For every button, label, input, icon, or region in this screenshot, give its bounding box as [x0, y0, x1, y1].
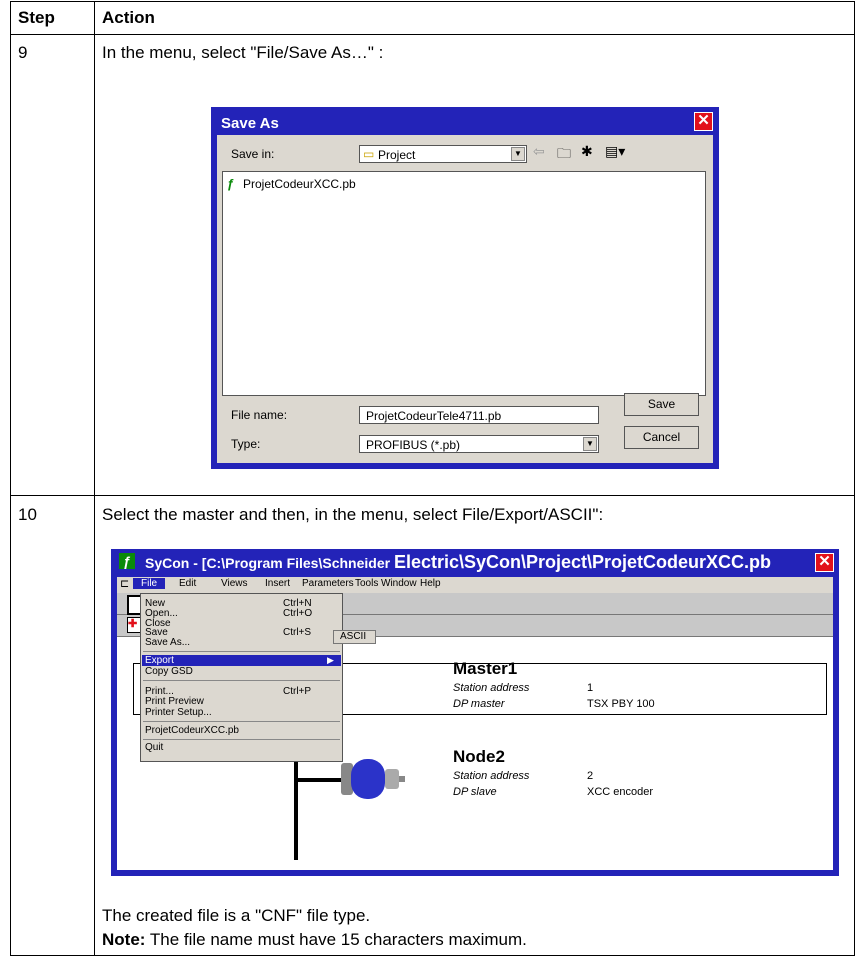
- step-9-number: 9: [18, 43, 28, 62]
- header-action: Action: [102, 8, 155, 27]
- window-title: SyCon - [C:\Program Files\Schneider Elec…: [145, 552, 771, 573]
- menu-edit[interactable]: Edit: [179, 578, 196, 589]
- file-list[interactable]: ƒ ProjetCodeurXCC.pb: [222, 171, 706, 396]
- menu-item-copy-gsd[interactable]: Copy GSD: [145, 666, 193, 677]
- file-menu: New Ctrl+N Open... Ctrl+O Close Save Ctr…: [140, 593, 343, 762]
- save-as-dialog: Save As ✕ Save in: ▭ Project ▼ ⇦ 🗀 ✱ ▤▾ …: [211, 107, 719, 469]
- header-divider: [10, 34, 855, 35]
- save-in-label: Save in:: [231, 147, 275, 161]
- menu-item-print-preview[interactable]: Print Preview: [145, 696, 204, 707]
- menu-file[interactable]: File: [133, 578, 166, 589]
- menu-separator: [143, 739, 340, 740]
- menu-help[interactable]: Help: [420, 578, 441, 589]
- node-name: Node2: [453, 747, 505, 766]
- dialog-title: Save As: [221, 115, 279, 132]
- file-item[interactable]: ProjetCodeurXCC.pb: [243, 177, 356, 191]
- cancel-button[interactable]: Cancel: [624, 426, 699, 449]
- type-dropdown[interactable]: PROFIBUS (*.pb) ▼: [359, 435, 599, 453]
- view-menu-icon[interactable]: ▤▾: [605, 143, 625, 160]
- step-9-instruction: In the menu, select "File/Save As…" :: [102, 43, 384, 62]
- delete-icon[interactable]: ✚: [127, 617, 141, 633]
- node-type-label: DP slave: [453, 786, 497, 798]
- note: Note: The file name must have 15 charact…: [102, 930, 527, 950]
- master-station-label: Station address: [453, 682, 530, 694]
- new-folder-icon[interactable]: ✱: [581, 143, 593, 160]
- menu-item-quit[interactable]: Quit: [145, 742, 163, 753]
- save-button[interactable]: Save: [624, 393, 699, 416]
- header-step: Step: [18, 8, 55, 27]
- app-icon: ƒ: [119, 553, 135, 569]
- file-name-input[interactable]: ProjetCodeurTele4711.pb: [359, 406, 599, 424]
- footer-text: The created file is a "CNF" file type.: [102, 906, 371, 925]
- type-value: PROFIBUS (*.pb): [366, 438, 461, 452]
- menu-item-export[interactable]: Export: [145, 655, 174, 666]
- bus-branch: [298, 778, 342, 782]
- master-station-value: 1: [587, 682, 594, 694]
- node-type-value: XCC encoder: [587, 786, 654, 798]
- menu-window[interactable]: Window: [381, 578, 417, 589]
- export-submenu-ascii[interactable]: ASCII: [333, 630, 376, 644]
- file-name-value: ProjetCodeurTele4711.pb: [366, 409, 502, 423]
- node-station-value: 2: [587, 770, 594, 782]
- master-type-label: DP master: [453, 698, 505, 710]
- menu-insert[interactable]: Insert: [265, 578, 290, 589]
- file-icon: ƒ: [227, 176, 235, 191]
- row-divider: [10, 495, 855, 496]
- menu-tools[interactable]: Tools: [355, 578, 378, 589]
- encoder-icon[interactable]: [341, 757, 405, 801]
- dialog-body: Save in: ▭ Project ▼ ⇦ 🗀 ✱ ▤▾ ƒ ProjetCo…: [217, 135, 713, 463]
- title-part-2: Electric\SyCon\Project\ProjetCodeurXCC.p…: [393, 552, 772, 572]
- step-10-instruction: Select the master and then, in the menu,…: [102, 505, 604, 524]
- menu-separator: [143, 721, 340, 722]
- master-name: Master1: [453, 659, 518, 678]
- close-icon[interactable]: ✕: [815, 553, 834, 572]
- shortcut-open: Ctrl+O: [283, 608, 313, 619]
- menu-item-recent-file[interactable]: ProjetCodeurXCC.pb: [145, 725, 239, 736]
- shortcut-print: Ctrl+P: [283, 686, 312, 697]
- back-arrow-icon[interactable]: ⇦: [533, 143, 545, 160]
- up-folder-icon[interactable]: 🗀: [557, 143, 571, 167]
- title-part-1: SyCon - [C:\Program Files\Schneider: [145, 555, 394, 571]
- submenu-arrow-icon: ▶: [327, 655, 334, 665]
- menu-bar: ⊏ File Edit Views Insert Parameters Tool…: [117, 577, 833, 593]
- step-10-number: 10: [18, 505, 37, 524]
- column-divider: [94, 1, 95, 956]
- menu-separator: [143, 651, 340, 652]
- shortcut-save: Ctrl+S: [283, 627, 312, 638]
- note-label: Note:: [102, 930, 146, 949]
- save-in-dropdown[interactable]: ▭ Project ▼: [359, 145, 527, 163]
- menu-views[interactable]: Views: [221, 578, 248, 589]
- close-icon[interactable]: ✕: [694, 112, 713, 131]
- menu-item-save-as[interactable]: Save As...: [145, 637, 190, 648]
- menu-separator: [143, 680, 340, 681]
- note-text: The file name must have 15 characters ma…: [149, 930, 527, 949]
- save-in-value: Project: [378, 148, 416, 162]
- folder-icon: ▭: [363, 147, 375, 161]
- menu-parameters[interactable]: Parameters: [302, 578, 354, 589]
- master-type-value: TSX PBY 100: [587, 698, 655, 710]
- file-name-label: File name:: [231, 408, 288, 422]
- menu-item-printer-setup[interactable]: Printer Setup...: [145, 707, 212, 718]
- chevron-down-icon[interactable]: ▼: [583, 437, 597, 451]
- type-label: Type:: [231, 437, 261, 451]
- node-station-label: Station address: [453, 770, 530, 782]
- network-icon: ⊏: [120, 578, 130, 590]
- chevron-down-icon[interactable]: ▼: [511, 147, 525, 161]
